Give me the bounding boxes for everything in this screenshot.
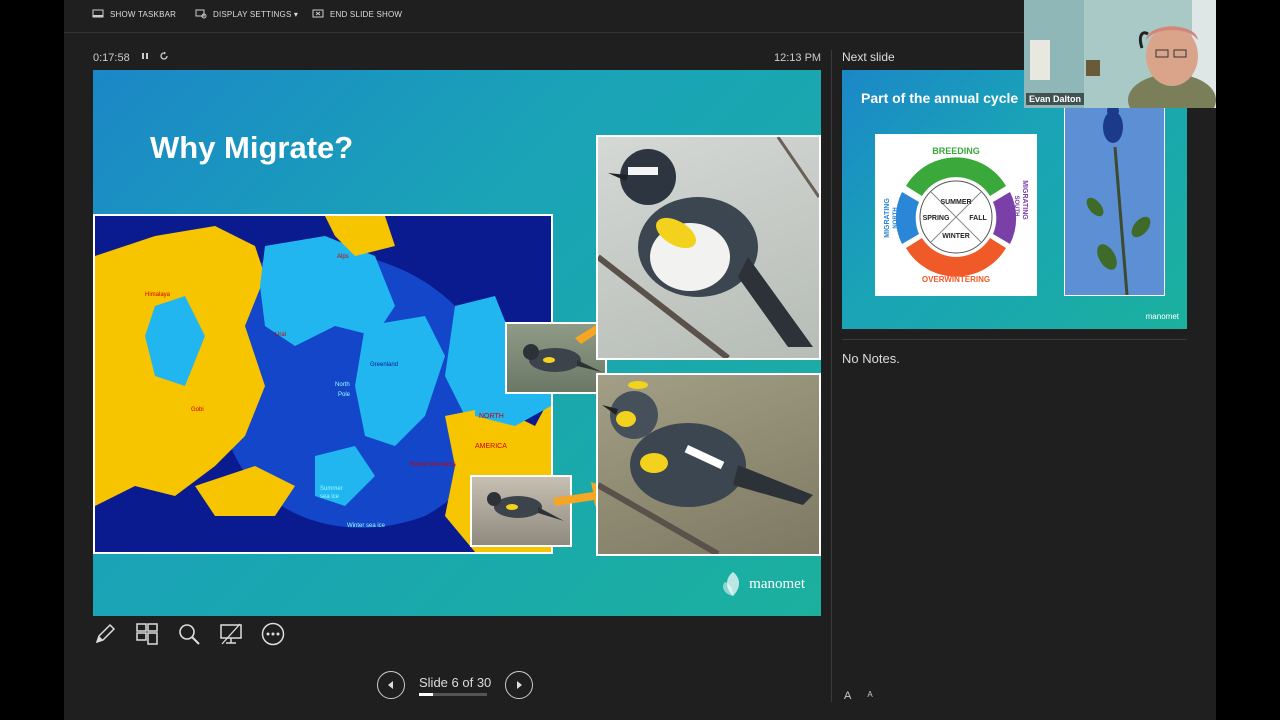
end-show-icon bbox=[312, 9, 324, 18]
bluebird-drawing bbox=[1086, 107, 1151, 295]
decrease-font-button[interactable]: A bbox=[867, 690, 872, 702]
see-all-slides-button[interactable] bbox=[135, 622, 159, 646]
map-label-summer-ice-1: Summer bbox=[320, 486, 343, 492]
black-screen-icon bbox=[220, 623, 242, 645]
summer-label: SUMMER bbox=[940, 199, 971, 206]
panel-divider[interactable] bbox=[831, 50, 832, 702]
show-taskbar-button[interactable]: SHOW TASKBAR bbox=[92, 9, 176, 19]
bluebird-photo bbox=[1064, 106, 1165, 296]
map-label-north-pole-2: Pole bbox=[338, 392, 351, 398]
zoom-button[interactable] bbox=[177, 622, 201, 646]
map-label-north-pole-1: North bbox=[335, 382, 350, 388]
map-label-north: NORTH bbox=[479, 413, 504, 420]
more-options-icon bbox=[261, 622, 285, 646]
presenter-view: SHOW TASKBAR DISPLAY SETTINGS ▾ END SLID… bbox=[64, 0, 1216, 720]
map-label-ural: Ural bbox=[275, 332, 286, 338]
previous-icon bbox=[388, 681, 393, 689]
annual-cycle-graphic: BREEDING OVERWINTERING MIGRATING SOUTH M… bbox=[884, 146, 1028, 284]
increase-font-button[interactable]: A bbox=[844, 690, 851, 702]
taskbar-icon bbox=[92, 9, 104, 18]
webcam-video bbox=[1024, 0, 1216, 108]
manomet-logo: manomet bbox=[721, 570, 805, 598]
map-label-alps: Alps bbox=[337, 254, 349, 260]
see-all-slides-icon bbox=[136, 623, 158, 645]
audubon-warbler-drawing bbox=[598, 381, 813, 554]
speaker-notes[interactable]: No Notes. bbox=[842, 351, 900, 366]
display-settings-button[interactable]: DISPLAY SETTINGS ▾ bbox=[195, 9, 298, 19]
black-screen-button[interactable] bbox=[219, 622, 243, 646]
next-slide-preview[interactable]: Part of the annual cycle BREEDING OVERWI… bbox=[842, 70, 1187, 329]
manomet-logo-text: manomet bbox=[749, 575, 805, 592]
map-label-rocky: Rocky Mountains bbox=[410, 462, 456, 468]
winter-label: WINTER bbox=[942, 233, 970, 240]
slide-progress-bar bbox=[419, 692, 487, 696]
current-slide[interactable]: Why Migrate? Alps Himalaya Ural Gobi Gre… bbox=[93, 70, 821, 616]
show-taskbar-label: SHOW TASKBAR bbox=[110, 9, 177, 19]
pen-icon bbox=[95, 623, 116, 644]
next-slide-manomet-logo: manomet bbox=[1145, 312, 1179, 321]
map-label-greenland: Greenland bbox=[370, 362, 398, 368]
map-label-summer-ice-2: sea ice bbox=[320, 494, 340, 500]
migrating-south-label: MIGRATING bbox=[1021, 180, 1028, 220]
elapsed-timer: 0:17:58 bbox=[93, 52, 130, 64]
breeding-label: BREEDING bbox=[932, 146, 980, 156]
restart-icon bbox=[160, 51, 168, 60]
next-slide-button[interactable] bbox=[505, 671, 534, 699]
map-label-himalaya: Himalaya bbox=[145, 292, 171, 298]
map-label-america: AMERICA bbox=[475, 443, 507, 450]
myrtle-warbler-photo bbox=[596, 135, 821, 360]
display-settings-label: DISPLAY SETTINGS ▾ bbox=[213, 9, 299, 19]
next-slide-title: Part of the annual cycle bbox=[861, 90, 1019, 106]
south-label: SOUTH bbox=[1013, 196, 1019, 217]
participant-name: Evan Dalton bbox=[1026, 93, 1085, 105]
display-settings-icon bbox=[195, 9, 207, 19]
next-icon bbox=[517, 681, 523, 689]
next-slide-label: Next slide bbox=[842, 50, 895, 64]
map-label-winter-ice: Winter sea ice bbox=[347, 523, 386, 529]
notes-font-controls: A A bbox=[844, 690, 873, 702]
restart-timer-button[interactable] bbox=[159, 51, 169, 64]
spring-label: SPRING bbox=[923, 215, 950, 222]
map-label-gobi: Gobi bbox=[191, 407, 204, 413]
clock-time: 12:13 PM bbox=[774, 52, 822, 64]
presenter-tools bbox=[93, 622, 285, 646]
clock: 12:13 PM bbox=[774, 52, 821, 64]
more-options-button[interactable] bbox=[261, 622, 285, 646]
elapsed-time: 0:17:58 bbox=[93, 52, 130, 64]
slide-title: Why Migrate? bbox=[150, 130, 354, 165]
annual-cycle-diagram: BREEDING OVERWINTERING MIGRATING SOUTH M… bbox=[875, 134, 1037, 296]
end-slide-show-button[interactable]: END SLIDE SHOW bbox=[312, 9, 402, 19]
overwintering-label: OVERWINTERING bbox=[922, 275, 990, 284]
pen-tool-button[interactable] bbox=[93, 622, 117, 646]
zoom-icon bbox=[179, 624, 200, 645]
audubon-warbler-photo bbox=[596, 373, 821, 556]
pause-icon bbox=[142, 53, 148, 59]
myrtle-warbler-drawing bbox=[598, 137, 819, 358]
pause-timer-button[interactable] bbox=[140, 51, 150, 64]
migrating-north-label: MIGRATING bbox=[884, 198, 891, 238]
leaf-logo-icon bbox=[723, 572, 740, 596]
slide-navigation: Slide 6 of 30 bbox=[377, 671, 534, 699]
end-slide-show-label: END SLIDE SHOW bbox=[330, 9, 403, 19]
north-label: NORTH bbox=[893, 207, 899, 228]
fall-label: FALL bbox=[969, 215, 987, 222]
slide-counter[interactable]: Slide 6 of 30 bbox=[419, 675, 491, 696]
notes-separator bbox=[842, 339, 1187, 340]
webcam-overlay: Evan Dalton bbox=[1024, 0, 1216, 108]
slide-counter-text: Slide 6 of 30 bbox=[419, 674, 492, 690]
slide-progress-fill bbox=[419, 692, 433, 696]
previous-slide-button[interactable] bbox=[377, 671, 405, 699]
